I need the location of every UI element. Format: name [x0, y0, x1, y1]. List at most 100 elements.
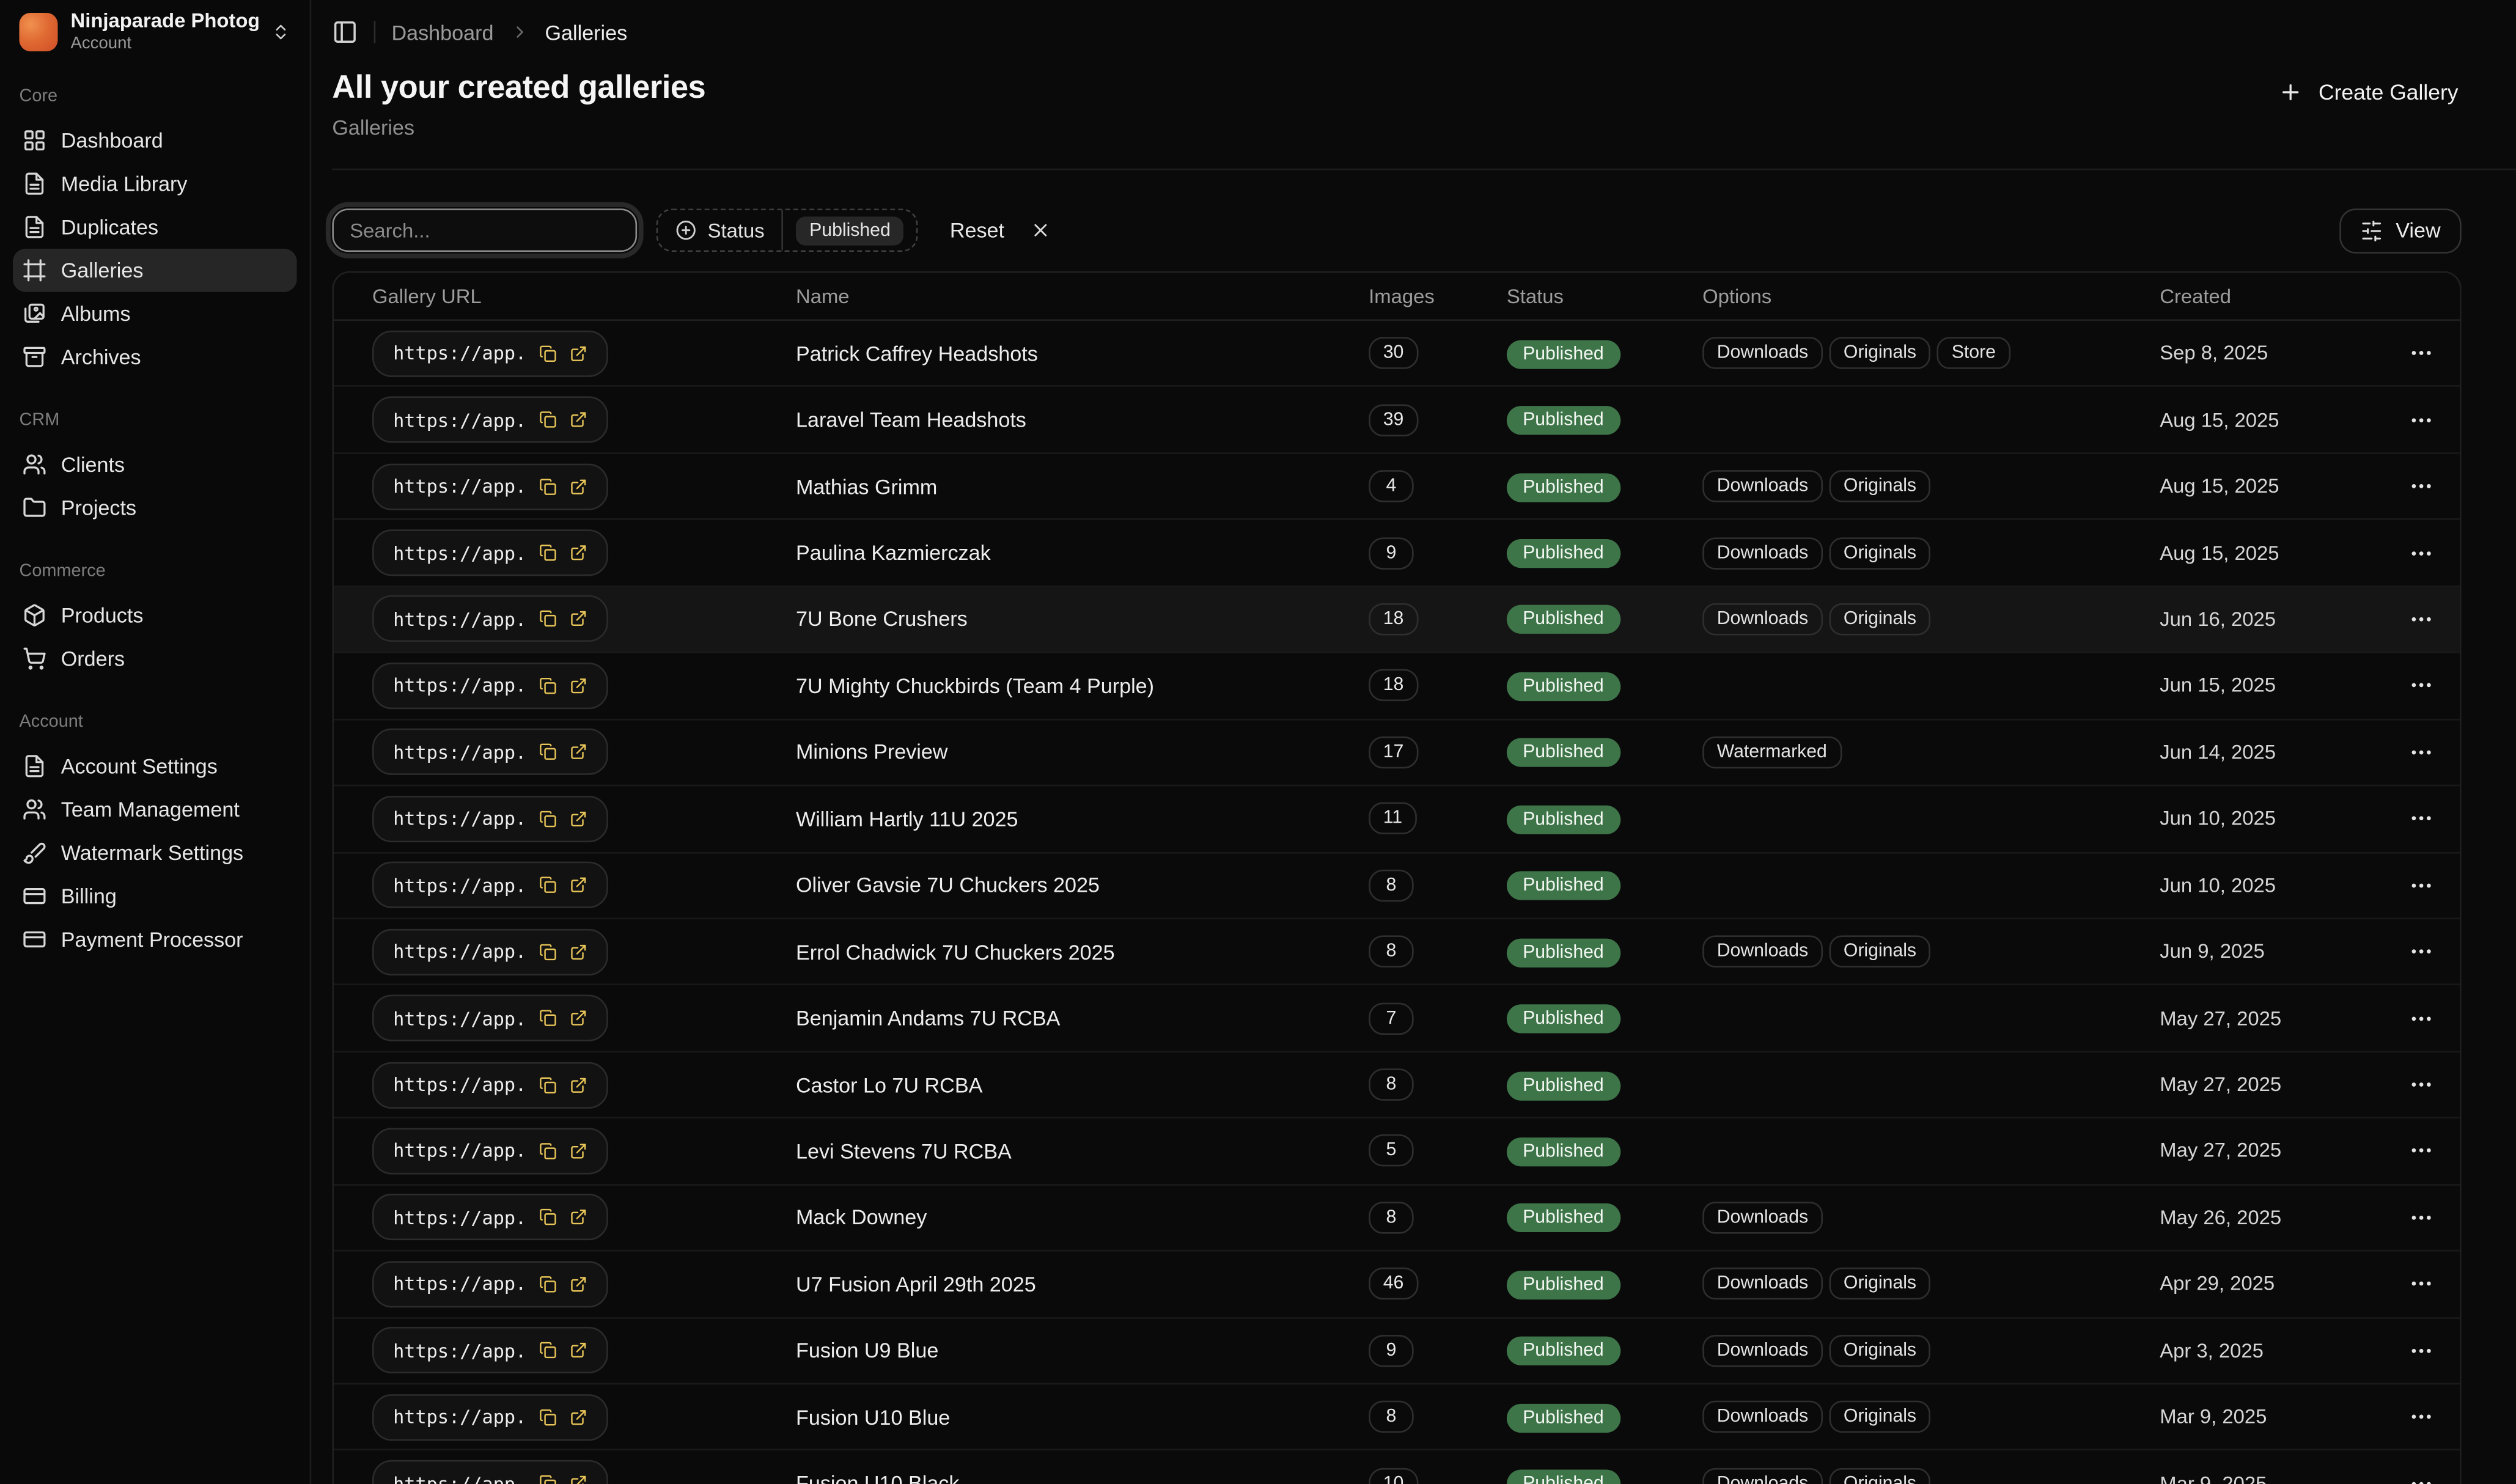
table-row[interactable]: https://app. Patrick Caffrey Headshots 3… — [334, 321, 2460, 388]
copy-icon[interactable] — [539, 411, 557, 428]
row-menu-icon[interactable] — [2408, 606, 2434, 632]
sidebar-item-clients[interactable]: Clients — [13, 443, 297, 487]
copy-icon[interactable] — [539, 1009, 557, 1027]
sidebar-item-products[interactable]: Products — [13, 593, 297, 637]
status-filter-value[interactable]: Published — [796, 216, 903, 244]
row-menu-icon[interactable] — [2408, 1138, 2434, 1164]
sidebar-item-account-settings[interactable]: Account Settings — [13, 744, 297, 788]
option-badge-downloads: Downloads — [1702, 603, 1823, 636]
copy-icon[interactable] — [539, 611, 557, 628]
external-link-icon[interactable] — [570, 743, 587, 761]
table-row[interactable]: https://app. Laravel Team Headshots 39 P… — [334, 388, 2460, 454]
row-menu-icon[interactable] — [2408, 872, 2434, 898]
external-link-icon[interactable] — [570, 477, 587, 495]
copy-icon[interactable] — [539, 1142, 557, 1160]
option-badge-downloads: Downloads — [1702, 1467, 1823, 1484]
table-row[interactable]: https://app. Mathias Grimm 4 Published D… — [334, 454, 2460, 521]
breadcrumb-dashboard[interactable]: Dashboard — [392, 20, 494, 44]
table-row[interactable]: https://app. William Hartly 11U 2025 11 … — [334, 786, 2460, 853]
create-gallery-button[interactable]: Create Gallery — [2275, 74, 2462, 111]
external-link-icon[interactable] — [570, 1209, 587, 1227]
external-link-icon[interactable] — [570, 1475, 587, 1484]
row-menu-icon[interactable] — [2408, 806, 2434, 831]
row-menu-icon[interactable] — [2408, 1404, 2434, 1430]
copy-icon[interactable] — [539, 876, 557, 894]
sidebar-item-projects[interactable]: Projects — [13, 486, 297, 529]
copy-icon[interactable] — [539, 1342, 557, 1359]
external-link-icon[interactable] — [570, 1275, 587, 1293]
copy-icon[interactable] — [539, 544, 557, 562]
row-menu-icon[interactable] — [2408, 1205, 2434, 1230]
row-menu-icon[interactable] — [2408, 1005, 2434, 1031]
copy-icon[interactable] — [539, 1076, 557, 1093]
copy-icon[interactable] — [539, 810, 557, 828]
status-filter[interactable]: Status Published — [657, 208, 918, 252]
row-menu-icon[interactable] — [2408, 540, 2434, 565]
table-row[interactable]: https://app. Minions Preview 17 Publishe… — [334, 720, 2460, 787]
sidebar-item-albums[interactable]: Albums — [13, 292, 297, 336]
sidebar-item-media-library[interactable]: Media Library — [13, 162, 297, 205]
table-row[interactable]: https://app. Oliver Gavsie 7U Chuckers 2… — [334, 853, 2460, 919]
sidebar-item-orders[interactable]: Orders — [13, 637, 297, 680]
table-row[interactable]: https://app. Benjamin Andams 7U RCBA 7 P… — [334, 986, 2460, 1052]
copy-icon[interactable] — [539, 345, 557, 362]
external-link-icon[interactable] — [570, 1408, 587, 1426]
table-row[interactable]: https://app. Errol Chadwick 7U Chuckers … — [334, 919, 2460, 986]
row-menu-icon[interactable] — [2408, 1471, 2434, 1484]
sidebar-item-billing[interactable]: Billing — [13, 875, 297, 918]
row-menu-icon[interactable] — [2408, 1271, 2434, 1297]
row-menu-icon[interactable] — [2408, 474, 2434, 499]
clear-filters-icon[interactable] — [1030, 220, 1051, 241]
table-row[interactable]: https://app. Paulina Kazmierczak 9 Publi… — [334, 520, 2460, 587]
table-row[interactable]: https://app. U7 Fusion April 29th 2025 4… — [334, 1252, 2460, 1318]
table-row[interactable]: https://app. Mack Downey 8 Published Dow… — [334, 1185, 2460, 1252]
view-button[interactable]: View — [2339, 208, 2461, 253]
sidebar-item-payment-processor[interactable]: Payment Processor — [13, 918, 297, 961]
external-link-icon[interactable] — [570, 1342, 587, 1359]
copy-icon[interactable] — [539, 1209, 557, 1227]
external-link-icon[interactable] — [570, 810, 587, 828]
table-row[interactable]: https://app. 7U Bone Crushers 18 Publish… — [334, 587, 2460, 653]
row-menu-icon[interactable] — [2408, 407, 2434, 433]
external-link-icon[interactable] — [570, 411, 587, 428]
sidebar-item-galleries[interactable]: Galleries — [13, 249, 297, 292]
external-link-icon[interactable] — [570, 345, 587, 362]
table-row[interactable]: https://app. 7U Mighty Chuckbirds (Team … — [334, 653, 2460, 720]
table-row[interactable]: https://app. Fusion U9 Blue 9 Published … — [334, 1318, 2460, 1385]
external-link-icon[interactable] — [570, 1076, 587, 1093]
row-menu-icon[interactable] — [2408, 340, 2434, 366]
copy-icon[interactable] — [539, 1475, 557, 1484]
reset-button[interactable]: Reset — [950, 218, 1004, 242]
copy-icon[interactable] — [539, 477, 557, 495]
sidebar-item-archives[interactable]: Archives — [13, 336, 297, 379]
sidebar-item-watermark-settings[interactable]: Watermark Settings — [13, 831, 297, 875]
table-row[interactable]: https://app. Levi Stevens 7U RCBA 5 Publ… — [334, 1119, 2460, 1185]
copy-icon[interactable] — [539, 943, 557, 961]
external-link-icon[interactable] — [570, 876, 587, 894]
external-link-icon[interactable] — [570, 544, 587, 562]
external-link-icon[interactable] — [570, 1009, 587, 1027]
row-menu-icon[interactable] — [2408, 939, 2434, 964]
external-link-icon[interactable] — [570, 1142, 587, 1160]
sidebar-toggle-icon[interactable] — [332, 20, 358, 45]
table-row[interactable]: https://app. Fusion U10 Black 10 Publish… — [334, 1451, 2460, 1484]
table-row[interactable]: https://app. Castor Lo 7U RCBA 8 Publish… — [334, 1052, 2460, 1119]
row-menu-icon[interactable] — [2408, 1072, 2434, 1098]
external-link-icon[interactable] — [570, 611, 587, 628]
workspace-switcher[interactable]: Ninjaparade Photogra... Account — [13, 10, 297, 55]
sidebar-item-team-management[interactable]: Team Management — [13, 788, 297, 831]
external-link-icon[interactable] — [570, 677, 587, 695]
row-menu-icon[interactable] — [2408, 740, 2434, 765]
search-input[interactable] — [332, 208, 637, 252]
copy-icon[interactable] — [539, 1408, 557, 1426]
sidebar-item-duplicates[interactable]: Duplicates — [13, 205, 297, 249]
copy-icon[interactable] — [539, 743, 557, 761]
row-menu-icon[interactable] — [2408, 1338, 2434, 1364]
row-menu-icon[interactable] — [2408, 673, 2434, 699]
copy-icon[interactable] — [539, 1275, 557, 1293]
sidebar-item-label: Dashboard — [61, 128, 163, 152]
sidebar-item-dashboard[interactable]: Dashboard — [13, 119, 297, 162]
table-row[interactable]: https://app. Fusion U10 Blue 8 Published… — [334, 1384, 2460, 1451]
external-link-icon[interactable] — [570, 943, 587, 961]
copy-icon[interactable] — [539, 677, 557, 695]
